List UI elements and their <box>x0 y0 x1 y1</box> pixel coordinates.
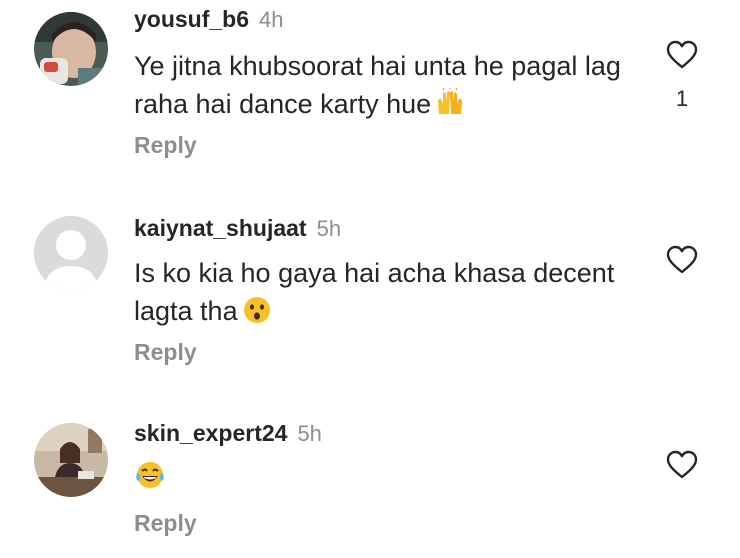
hushed-face-emoji <box>242 295 272 335</box>
comment-item: kaiynat_shujaat 5h Is ko kia ho gaya hai… <box>0 205 740 380</box>
timestamp: 5h <box>316 216 342 241</box>
username[interactable]: yousuf_b6 <box>134 6 249 33</box>
reply-button[interactable]: Reply <box>134 339 197 366</box>
comment-item: yousuf_b6 4h Ye jitna khubsoorat hai unt… <box>0 0 740 180</box>
comment-meta: yousuf_b6 4h <box>134 6 284 36</box>
reply-button[interactable]: Reply <box>134 132 197 159</box>
like-count: 1 <box>675 86 689 111</box>
raising-hands-emoji <box>435 87 465 128</box>
photo-avatar-office <box>34 423 108 497</box>
username[interactable]: kaiynat_shujaat <box>134 215 307 242</box>
comment-body: Is ko kia ho gaya hai acha khasa decent … <box>134 258 615 326</box>
comment-meta: kaiynat_shujaat 5h <box>134 215 341 245</box>
avatar[interactable] <box>34 216 108 290</box>
comment-text: Is ko kia ho gaya hai acha khasa decent … <box>134 254 654 335</box>
avatar[interactable] <box>34 12 108 86</box>
heart-icon[interactable] <box>666 450 698 480</box>
comment-text <box>134 458 654 501</box>
comment-item: skin_expert24 5h Reply <box>0 412 740 558</box>
username[interactable]: skin_expert24 <box>134 420 287 447</box>
default-avatar <box>34 216 108 290</box>
heart-icon[interactable] <box>666 40 698 70</box>
avatar[interactable] <box>34 423 108 497</box>
tears-of-joy-emoji <box>134 459 166 501</box>
comment-meta: skin_expert24 5h <box>134 420 322 450</box>
comment-body: Ye jitna khubsoorat hai unta he pagal la… <box>134 51 621 119</box>
heart-icon[interactable] <box>666 245 698 275</box>
timestamp: 5h <box>297 421 322 446</box>
comment-text: Ye jitna khubsoorat hai unta he pagal la… <box>134 47 654 128</box>
reply-button[interactable]: Reply <box>134 510 197 537</box>
photo-avatar-child <box>34 12 108 86</box>
timestamp: 4h <box>259 7 284 32</box>
